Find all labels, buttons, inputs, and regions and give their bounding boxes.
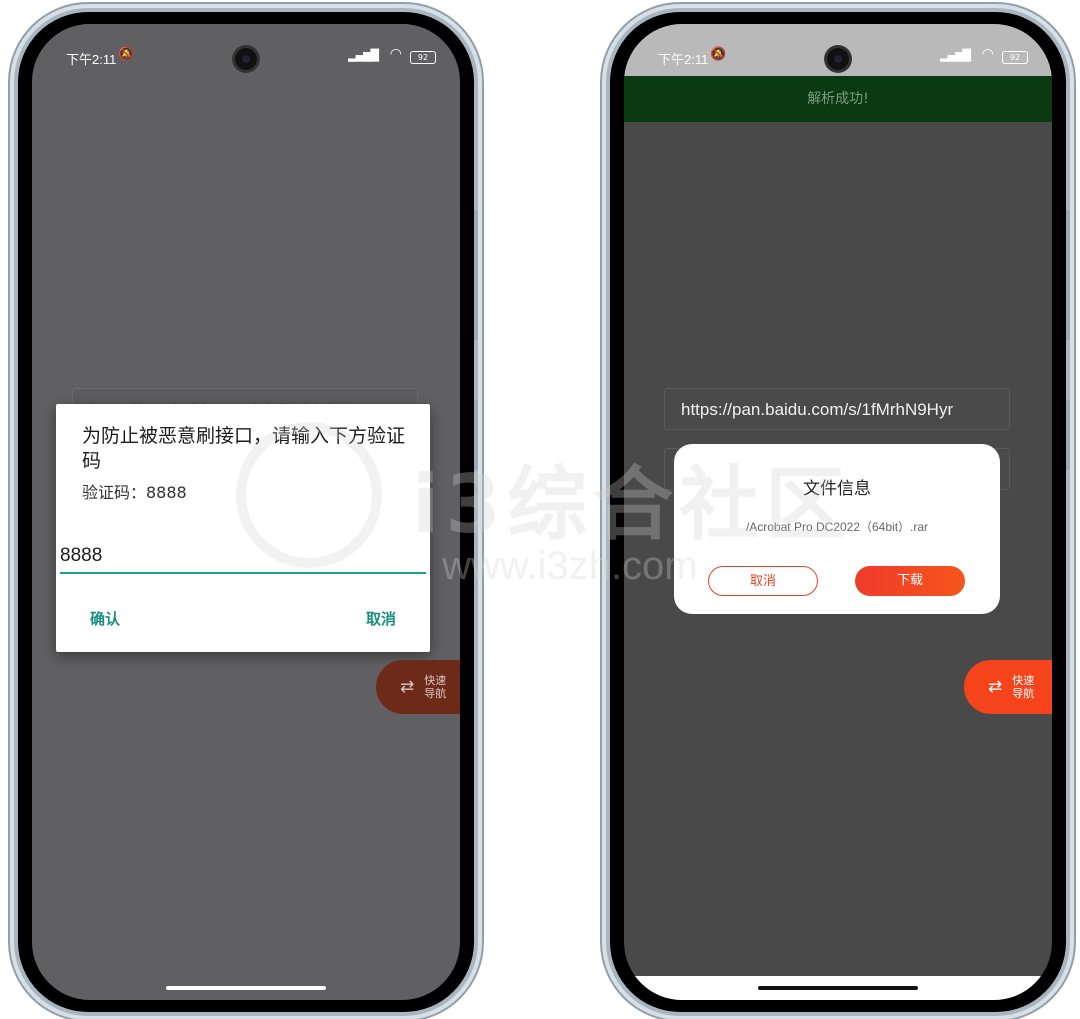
status-time: 下午2:11 — [66, 52, 117, 67]
volume-button — [1066, 210, 1070, 340]
power-button — [474, 400, 478, 470]
phone-left: 下午2:11 🔕 ▂▄▆█ ◠ 92 https://pan.baidu.com… — [18, 12, 474, 1012]
file-name: /Acrobat Pro DC2022（64bit）.rar — [745, 520, 929, 534]
status-bar: 下午2:11 🔕 ▂▄▆█ ◠ 92 — [624, 24, 1052, 76]
quick-nav-label: 快速导航 — [1012, 674, 1035, 700]
home-indicator[interactable] — [166, 986, 326, 990]
status-time: 下午2:11 — [658, 52, 709, 67]
signal-icon: ▂▄▆█ — [940, 49, 971, 62]
quick-nav-label: 快速导航 — [424, 674, 447, 700]
swap-icon: ⇄ — [988, 677, 1003, 697]
wifi-icon: ◠ — [981, 46, 994, 62]
battery-icon: 92 — [1002, 51, 1028, 64]
signal-icon: ▂▄▆█ — [348, 49, 379, 62]
screen-right: 下午2:11 🔕 ▂▄▆█ ◠ 92 解析成功! https://pan.bai… — [624, 24, 1052, 1000]
confirm-button[interactable]: 确认 — [90, 608, 120, 629]
dialog-title: 为防止被恶意刷接口，请输入下方验证码 — [82, 425, 406, 472]
status-bar: 下午2:11 🔕 ▂▄▆█ ◠ 92 — [32, 24, 460, 76]
url-input[interactable]: https://pan.baidu.com/s/1fMrhN9Hyr — [664, 388, 1010, 430]
cancel-button[interactable]: 取消 — [708, 566, 818, 596]
captcha-code-text: 验证码：8888 — [82, 483, 187, 502]
camera-icon — [827, 48, 849, 70]
quick-nav-button[interactable]: ⇄ 快速导航 — [964, 660, 1052, 714]
captcha-dialog: 为防止被恶意刷接口，请输入下方验证码 验证码：8888 确认 取消 — [56, 404, 430, 652]
dialog-title: 文件信息 — [803, 479, 871, 499]
swap-icon: ⇄ — [400, 677, 415, 697]
bell-off-icon: 🔕 — [710, 47, 727, 62]
captcha-input[interactable] — [60, 540, 426, 574]
home-indicator[interactable] — [758, 986, 918, 990]
cancel-button[interactable]: 取消 — [366, 608, 396, 629]
quick-nav-button[interactable]: ⇄ 快速导航 — [376, 660, 460, 714]
screen-left: 下午2:11 🔕 ▂▄▆█ ◠ 92 https://pan.baidu.com… — [32, 24, 460, 1000]
bell-off-icon: 🔕 — [118, 47, 135, 62]
success-toast: 解析成功! — [624, 76, 1052, 122]
battery-icon: 92 — [410, 51, 436, 64]
file-info-dialog: 文件信息 /Acrobat Pro DC2022（64bit）.rar 取消 下… — [674, 444, 1000, 614]
wifi-icon: ◠ — [389, 46, 402, 62]
volume-button — [474, 210, 478, 340]
power-button — [1066, 400, 1070, 470]
download-button[interactable]: 下载 — [855, 566, 965, 596]
camera-icon — [235, 48, 257, 70]
phone-right: 下午2:11 🔕 ▂▄▆█ ◠ 92 解析成功! https://pan.bai… — [610, 12, 1066, 1012]
